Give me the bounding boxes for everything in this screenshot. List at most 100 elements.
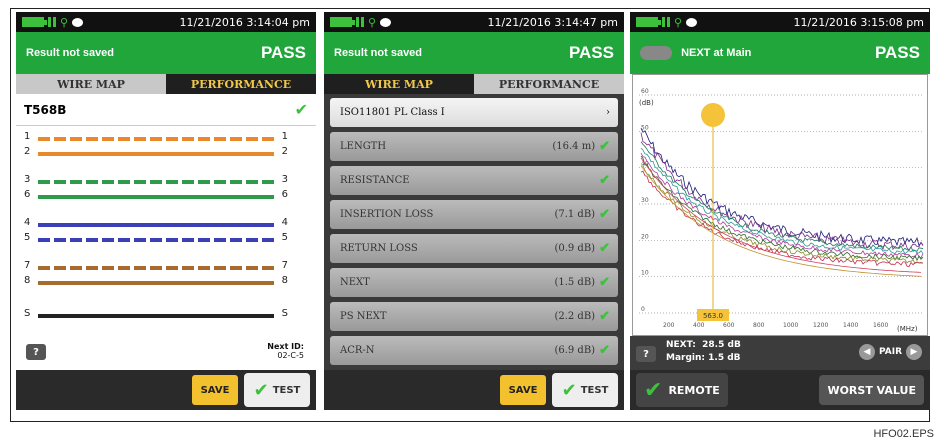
worst-value-button[interactable]: WORST VALUE [819, 375, 924, 405]
wiremap-screen: ⚲ 11/21/2016 3:14:04 pm Result not saved… [16, 12, 316, 410]
x-tick-label: 1200 [813, 322, 828, 329]
wire-pair-row: 66 [24, 189, 288, 204]
performance-row-label: RETURN LOSS [340, 243, 418, 254]
wire-pair-row: 22 [24, 146, 288, 161]
status-bar: ⚲ 11/21/2016 3:14:04 pm [16, 12, 316, 32]
next-id-value: 02-C-5 [277, 351, 304, 360]
help-button[interactable]: ? [26, 344, 46, 360]
pair-next-icon[interactable]: ▶ [906, 344, 922, 360]
result-header: Result not saved PASS [324, 32, 624, 74]
performance-row-result: ✔ [595, 173, 610, 188]
wire-line [38, 281, 274, 285]
cursor-handle[interactable] [701, 103, 725, 127]
performance-row[interactable]: RETURN LOSS (0.9 dB) ✔ [330, 234, 618, 263]
x-tick-label: 600 [723, 322, 735, 329]
pin-right-label: 1 [281, 131, 288, 142]
save-status: Result not saved [26, 47, 115, 59]
wire-line [38, 180, 274, 184]
tab-wire-map[interactable]: WIRE MAP [324, 74, 474, 94]
wire-pair-row: 11 [24, 131, 288, 146]
footer-bar: SAVE ✔ TEST [16, 370, 316, 410]
check-icon: ✔ [599, 173, 610, 188]
pin-left-label: S [24, 308, 31, 319]
standard-label: T568B [24, 102, 67, 117]
performance-row[interactable]: NEXT (1.5 dB) ✔ [330, 268, 618, 297]
performance-list: ISO11801 PL Class I › LENGTH (16.4 m) ✔ RES… [324, 94, 624, 370]
check-icon: ✔ [599, 309, 610, 324]
next-curve [640, 155, 924, 262]
next-curve [640, 132, 924, 252]
pin-right-label: 3 [281, 174, 288, 185]
performance-row[interactable]: PS NEXT (2.2 dB) ✔ [330, 302, 618, 331]
status-bar: ⚲ 11/21/2016 3:14:47 pm [324, 12, 624, 32]
wire-pair-row: 44 [24, 217, 288, 232]
tab-wire-map[interactable]: WIRE MAP [16, 74, 166, 94]
margin-label: Margin: [666, 353, 706, 363]
next-plot[interactable]: 60 50 40 30 20 10 0 200 400 600 800 1000 1200 1400 160… [632, 74, 928, 336]
y-tick-label: 0 [641, 306, 645, 313]
next-curve [640, 128, 924, 247]
check-icon: ✔ [561, 379, 577, 401]
limit-selector[interactable]: ISO11801 PL Class I › [330, 98, 618, 127]
pair-prev-icon[interactable]: ◀ [858, 344, 875, 360]
pair-label: PAIR [878, 347, 902, 357]
next-value: 28.5 dB [702, 340, 741, 350]
performance-row-value: (1.5 dB) [554, 277, 596, 288]
performance-row-value: (2.2 dB) [554, 311, 596, 322]
remote-button[interactable]: ✔ REMOTE [636, 373, 728, 407]
check-icon: ✔ [599, 241, 610, 256]
clock: 11/21/2016 3:14:47 pm [487, 15, 619, 29]
chat-icon [72, 17, 84, 27]
save-button[interactable]: SAVE [192, 375, 238, 405]
help-button[interactable]: ? [636, 346, 656, 362]
wire-pair-row: 77 [24, 260, 288, 275]
clock: 11/21/2016 3:15:08 pm [793, 15, 925, 29]
tab-bar: WIRE MAP PERFORMANCE [324, 74, 624, 94]
performance-row-result: (7.1 dB) ✔ [554, 207, 610, 222]
back-button[interactable] [640, 46, 672, 60]
cursor-value: 563.0 [703, 312, 723, 320]
chart-title: NEXT at Main [681, 46, 752, 59]
limit-line [640, 157, 922, 273]
next-chart-screen: ⚲ 11/21/2016 3:15:08 pm NEXT at Main PAS… [630, 12, 930, 410]
tab-performance[interactable]: PERFORMANCE [474, 74, 624, 94]
wire-line [38, 223, 274, 227]
x-tick-label: 200 [663, 322, 675, 329]
performance-row[interactable]: RESISTANCE ✔ [330, 166, 618, 195]
y-tick-label: 10 [641, 270, 649, 277]
pin-right-label: 4 [281, 217, 288, 228]
performance-row-label: INSERTION LOSS [340, 209, 434, 220]
check-icon: ✔ [599, 343, 610, 358]
wire-line [38, 238, 274, 242]
performance-row-value: (6.9 dB) [554, 345, 596, 356]
performance-screen: ⚲ 11/21/2016 3:14:47 pm Result not saved… [324, 12, 624, 410]
performance-row-label: NEXT [340, 277, 370, 288]
battery-icon [330, 17, 355, 27]
pass-status: PASS [568, 43, 614, 62]
footer-bar: ✔ REMOTE WORST VALUE [630, 370, 930, 410]
pin-right-label: 8 [281, 275, 288, 286]
pin-left-label: 7 [24, 260, 31, 271]
signal-icon [48, 17, 56, 27]
test-button[interactable]: ✔ TEST [244, 373, 310, 407]
check-icon: ✔ [599, 207, 610, 222]
tab-performance[interactable]: PERFORMANCE [166, 74, 316, 94]
performance-row-label: PS NEXT [340, 311, 387, 322]
next-curve [640, 147, 924, 255]
next-id: Next ID: 02-C-5 [267, 342, 304, 360]
y-tick-label: 30 [641, 197, 649, 204]
performance-row-result: (16.4 m) ✔ [552, 139, 610, 154]
wire-pair-row: 33 [24, 174, 288, 189]
performance-row[interactable]: INSERTION LOSS (7.1 dB) ✔ [330, 200, 618, 229]
performance-row[interactable]: ACR-N (6.9 dB) ✔ [330, 336, 618, 365]
clock: 11/21/2016 3:14:04 pm [179, 15, 311, 29]
test-button[interactable]: ✔ TEST [552, 373, 618, 407]
chart-title-area: NEXT at Main [640, 46, 751, 60]
pin-left-label: 3 [24, 174, 31, 185]
signal-icon [356, 17, 364, 27]
save-button[interactable]: SAVE [500, 375, 546, 405]
performance-row[interactable]: LENGTH (16.4 m) ✔ [330, 132, 618, 161]
x-tick-label: 800 [753, 322, 765, 329]
chat-icon [380, 17, 392, 27]
check-icon: ✔ [294, 100, 308, 119]
